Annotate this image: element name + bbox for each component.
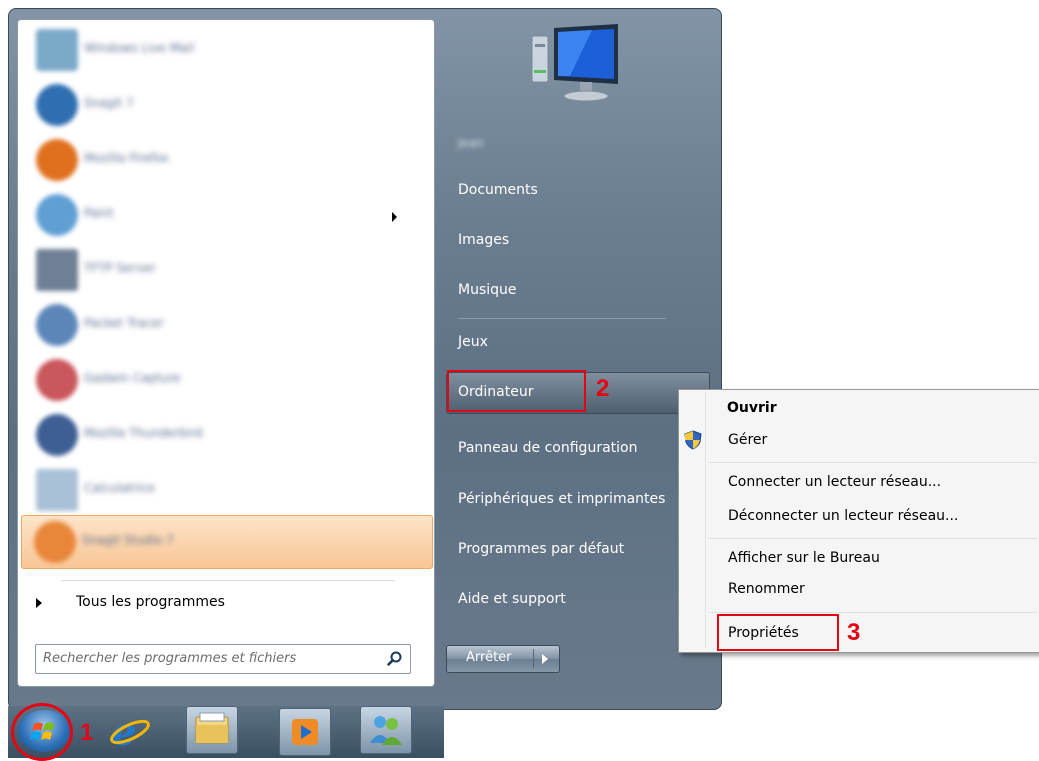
- annotation-number: 2: [596, 375, 610, 402]
- media-player-icon: [292, 719, 318, 745]
- divider: [709, 462, 1037, 463]
- documents-link[interactable]: Documents: [458, 182, 538, 198]
- program-label: Mozilla Firefox: [84, 151, 169, 165]
- help-support-link[interactable]: Aide et support: [458, 591, 566, 607]
- shutdown-options-arrow-icon[interactable]: [542, 654, 548, 664]
- search-icon[interactable]: [386, 650, 404, 668]
- network-app-icon: [36, 304, 78, 346]
- paint-icon: [36, 194, 78, 236]
- divider: [61, 580, 395, 581]
- control-panel-link[interactable]: Panneau de configuration: [458, 440, 637, 456]
- program-item[interactable]: Mozilla Thunderbird: [24, 409, 434, 461]
- context-item-show-desktop[interactable]: Afficher sur le Bureau: [728, 550, 880, 566]
- program-label: Snagit Studio 7: [82, 533, 174, 547]
- program-item[interactable]: Packet Tracer: [24, 299, 434, 351]
- program-label: Packet Tracer: [84, 316, 164, 330]
- divider: [709, 612, 1037, 613]
- divider: [705, 392, 706, 648]
- shutdown-button[interactable]: Arrêter: [446, 645, 560, 673]
- pinned-programs-pane: Windows Live Mail Snagit 7 Mozilla Firef…: [17, 19, 435, 687]
- program-item[interactable]: Windows Live Mail: [24, 24, 434, 76]
- thunderbird-icon: [36, 414, 78, 456]
- divider: [458, 318, 666, 319]
- images-link[interactable]: Images: [458, 232, 509, 248]
- context-item-manage[interactable]: Gérer: [728, 432, 767, 448]
- annotation-box: [717, 614, 839, 651]
- all-programs-label: Tous les programmes: [76, 594, 225, 610]
- program-item[interactable]: Paint: [24, 189, 434, 241]
- arrow-right-icon: [36, 598, 42, 608]
- submenu-arrow-icon[interactable]: [392, 212, 397, 222]
- program-label: Windows Live Mail: [84, 41, 195, 55]
- program-label: Gadwin Capture: [84, 371, 181, 385]
- default-programs-link[interactable]: Programmes par défaut: [458, 541, 624, 557]
- annotation-number: 1: [80, 719, 94, 746]
- program-item[interactable]: Snagit 7: [24, 79, 434, 131]
- program-label: Mozilla Thunderbird: [84, 426, 203, 440]
- shutdown-label: Arrêter: [466, 650, 512, 665]
- context-item-rename[interactable]: Renommer: [728, 581, 805, 597]
- network-users-taskbar-button[interactable]: [360, 706, 412, 754]
- program-item[interactable]: Mozilla Firefox: [24, 134, 434, 186]
- capture-app-icon: [36, 359, 78, 401]
- program-label: Paint: [84, 206, 114, 220]
- program-label: Snagit 7: [84, 96, 134, 110]
- context-item-map-drive[interactable]: Connecter un lecteur réseau...: [728, 474, 941, 490]
- annotation-circle: [11, 703, 73, 761]
- context-item-open[interactable]: Ouvrir: [727, 400, 777, 416]
- user-name[interactable]: Jean: [458, 136, 484, 150]
- computer-icon: [531, 24, 618, 102]
- program-label: TFTP Server: [84, 261, 156, 275]
- firefox-icon: [36, 139, 78, 181]
- all-programs-button[interactable]: Tous les programmes: [36, 592, 376, 616]
- program-item[interactable]: Gadwin Capture: [24, 354, 434, 406]
- games-link[interactable]: Jeux: [458, 334, 488, 350]
- calculator-icon: [36, 469, 78, 511]
- devices-printers-link[interactable]: Périphériques et imprimantes: [458, 491, 665, 507]
- snagit-studio-icon: [34, 521, 76, 563]
- program-item-highlighted[interactable]: Snagit Studio 7: [21, 515, 433, 569]
- search-input[interactable]: Rechercher les programmes et fichiers: [35, 644, 411, 674]
- program-item[interactable]: Calculatrice: [24, 464, 434, 516]
- program-item[interactable]: TFTP Server: [24, 244, 434, 296]
- divider: [533, 649, 534, 668]
- shield-icon: [684, 430, 702, 450]
- server-app-icon: [36, 249, 78, 291]
- program-label: Calculatrice: [84, 481, 155, 495]
- folder-icon: [195, 712, 229, 744]
- explorer-taskbar-button[interactable]: [186, 706, 238, 754]
- users-icon: [370, 716, 402, 745]
- media-player-taskbar-button[interactable]: [279, 708, 331, 756]
- annotation-box: [447, 370, 586, 412]
- context-item-disconnect-drive[interactable]: Déconnecter un lecteur réseau...: [728, 508, 958, 524]
- internet-explorer-icon[interactable]: e: [106, 709, 154, 753]
- annotation-number: 3: [847, 619, 861, 646]
- search-placeholder: Rechercher les programmes et fichiers: [43, 651, 297, 666]
- music-link[interactable]: Musique: [458, 282, 517, 298]
- mail-app-icon: [36, 29, 78, 71]
- snagit-icon: [36, 84, 78, 126]
- divider: [709, 538, 1037, 539]
